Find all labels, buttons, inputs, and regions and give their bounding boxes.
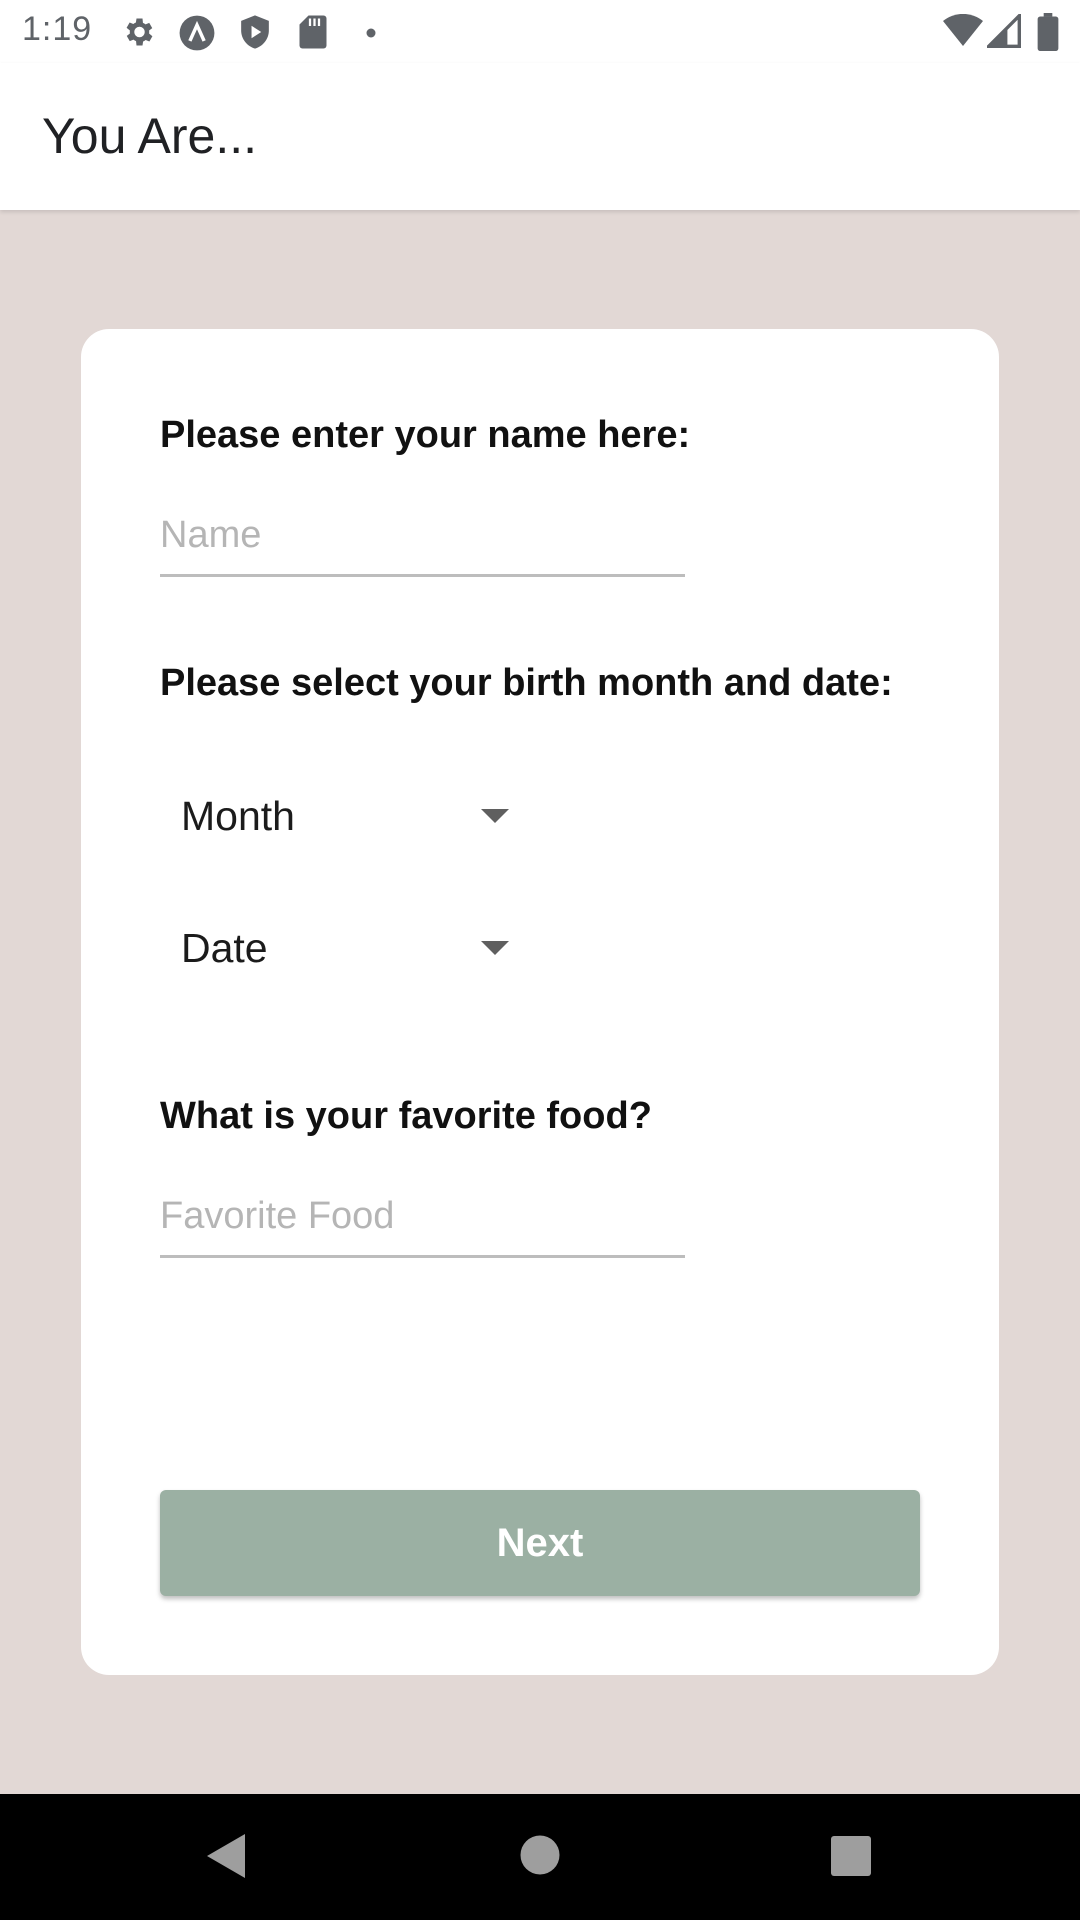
back-icon[interactable] <box>205 1832 247 1885</box>
gear-icon <box>120 14 156 55</box>
sd-card-icon <box>298 14 328 55</box>
dot-icon <box>366 25 376 43</box>
status-time: 1:19 <box>22 10 93 48</box>
month-spinner[interactable]: Month <box>181 771 511 861</box>
assistant-icon <box>178 14 216 57</box>
shield-play-icon <box>238 14 272 55</box>
date-spinner[interactable]: Date <box>181 903 511 993</box>
next-button[interactable]: Next <box>160 1490 920 1596</box>
home-icon[interactable] <box>519 1834 561 1881</box>
status-bar: 1:19 <box>0 0 1080 63</box>
app-bar: You Are... <box>0 63 1080 210</box>
month-spinner-value: Month <box>181 792 295 839</box>
wifi-icon <box>943 13 983 53</box>
date-spinner-value: Date <box>181 924 268 971</box>
chevron-down-icon <box>481 941 509 955</box>
birth-label: Please select your birth month and date: <box>160 662 893 704</box>
navigation-bar <box>0 1794 1080 1920</box>
form-card: Please enter your name here: Please sele… <box>81 329 999 1675</box>
cell-signal-icon <box>984 11 1021 53</box>
recents-icon[interactable] <box>830 1835 872 1882</box>
page-title: You Are... <box>42 108 257 164</box>
battery-icon <box>1037 13 1059 56</box>
name-input[interactable] <box>160 497 685 577</box>
favorite-food-input[interactable] <box>160 1178 685 1258</box>
chevron-down-icon <box>481 809 509 823</box>
name-label: Please enter your name here: <box>160 414 691 456</box>
food-label: What is your favorite food? <box>160 1095 652 1137</box>
